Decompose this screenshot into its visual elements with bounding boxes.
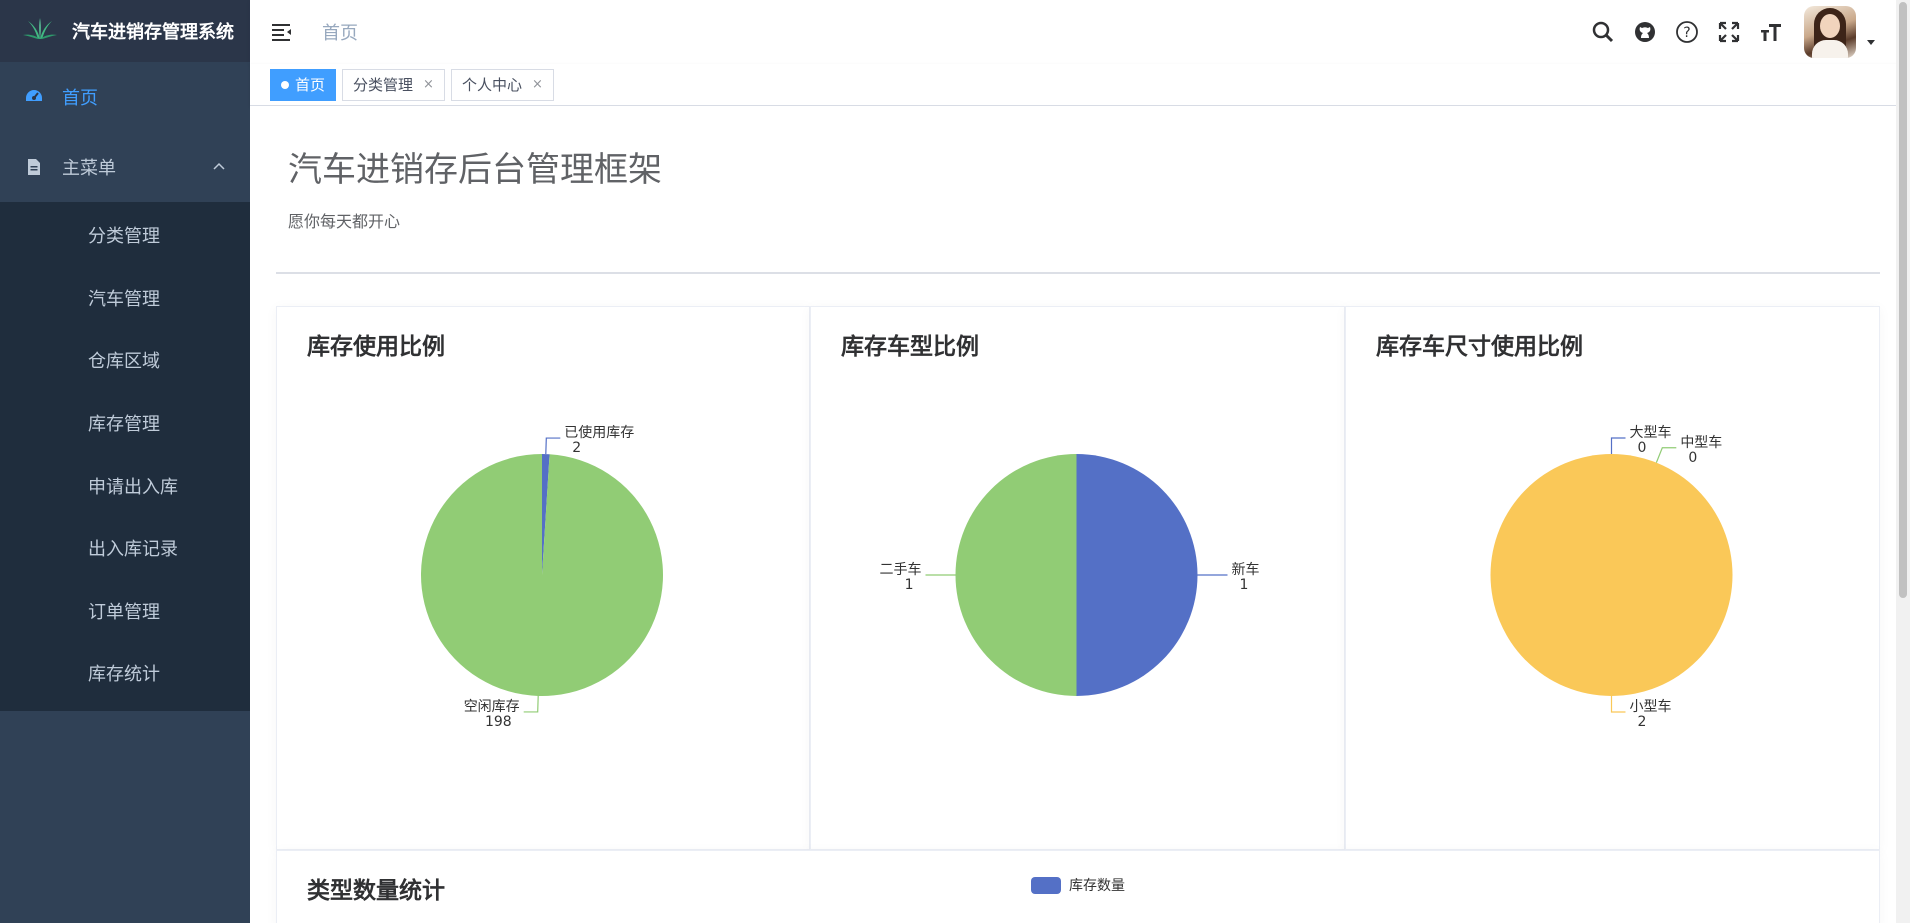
close-icon[interactable]: × bbox=[532, 77, 543, 92]
slice-label-value: 0 bbox=[1688, 450, 1697, 466]
sidebar-item-apply-inout[interactable]: 申请出入库 bbox=[0, 454, 250, 517]
label-leader-line bbox=[1610, 696, 1626, 713]
svg-text:?: ? bbox=[1683, 25, 1690, 41]
hamburger-icon[interactable] bbox=[270, 20, 294, 44]
sidebar-item-inventory[interactable]: 库存管理 bbox=[0, 392, 250, 455]
legend-label: 库存数量 bbox=[1069, 878, 1125, 894]
sidebar-item-inout-records[interactable]: 出入库记录 bbox=[0, 517, 250, 580]
chart-legend[interactable]: 库存数量 bbox=[1031, 875, 1125, 895]
github-icon[interactable] bbox=[1632, 19, 1658, 45]
slice-label-name: 新车 bbox=[1232, 561, 1260, 578]
logo[interactable]: 汽车进销存管理系统 bbox=[0, 0, 250, 62]
navbar: 首页 ? bbox=[250, 0, 1910, 64]
pie-slice[interactable] bbox=[1490, 454, 1733, 696]
sidebar-item-label: 出入库记录 bbox=[88, 539, 178, 561]
pie-chart: 新车1二手车1 bbox=[880, 454, 1260, 696]
chart-card-car-type: 新车 1 二手车 1 库存车型比例 bbox=[810, 306, 1345, 850]
slice-label-value: 1 bbox=[1240, 577, 1249, 593]
submenu: 分类管理汽车管理仓库区域库存管理申请出入库出入库记录订单管理库存统计 bbox=[0, 202, 250, 711]
chart-title: 库存车尺寸使用比例 bbox=[1376, 334, 1583, 360]
fullscreen-icon[interactable] bbox=[1716, 19, 1742, 45]
search-icon[interactable] bbox=[1590, 19, 1616, 45]
sidebar-item-inventory-stats[interactable]: 库存统计 bbox=[0, 642, 250, 705]
close-icon[interactable]: × bbox=[423, 77, 434, 92]
chart-title: 类型数量统计 bbox=[307, 878, 445, 904]
scrollbar-thumb[interactable] bbox=[1899, 2, 1907, 598]
slice-label-value: 2 bbox=[572, 440, 581, 456]
sidebar-item-label: 主菜单 bbox=[62, 158, 116, 179]
pie-chart: 大型车0 中型车0小型车2 bbox=[1490, 424, 1733, 730]
chevron-up-icon bbox=[212, 160, 226, 174]
sidebar-item-car[interactable]: 汽车管理 bbox=[0, 267, 250, 330]
active-dot-icon bbox=[281, 80, 289, 89]
app-root: 汽车进销存管理系统 首页 主菜单 分类管理 汽车管理 仓库区域 库存管理 申请出… bbox=[0, 0, 1910, 923]
sidebar-item-label: 库存管理 bbox=[88, 414, 160, 436]
slice-label-value: 198 bbox=[485, 714, 512, 730]
chart-card-type-count: 类型数量统计 库存数量 bbox=[276, 850, 1880, 923]
slice-label-name: 二手车 bbox=[880, 561, 922, 578]
tag-label: 分类管理 bbox=[353, 76, 414, 94]
tag-0[interactable]: 首页 bbox=[270, 68, 337, 101]
label-leader-line bbox=[523, 695, 539, 713]
tag-label: 个人中心 bbox=[461, 76, 522, 94]
sidebar-menu-main[interactable]: 主菜单 bbox=[0, 132, 250, 202]
tag-1[interactable]: 分类管理 × bbox=[342, 68, 445, 101]
sidebar-item-label: 汽车管理 bbox=[88, 288, 160, 310]
chart-title: 库存使用比例 bbox=[307, 334, 445, 360]
dashboard-icon bbox=[24, 87, 44, 107]
sidebar-item-label: 分类管理 bbox=[88, 226, 160, 248]
tag-label: 首页 bbox=[295, 76, 326, 94]
page-title: 汽车进销存后台管理框架 bbox=[288, 150, 662, 190]
slice-label-name: 大型车 bbox=[1630, 424, 1672, 441]
chart-title: 库存车型比例 bbox=[841, 334, 979, 360]
label-leader-line bbox=[1610, 437, 1626, 454]
sidebar-item-label: 仓库区域 bbox=[88, 351, 160, 373]
pie-slice[interactable] bbox=[420, 454, 663, 696]
legend-swatch bbox=[1031, 876, 1061, 894]
slice-label-name: 中型车 bbox=[1680, 434, 1722, 451]
slice-label-name: 已使用库存 bbox=[564, 424, 634, 441]
chart-card-inventory-usage: 已使用库存 2 空闲库存 198 库存使用比例 bbox=[276, 306, 810, 850]
avatar-body bbox=[1812, 40, 1848, 58]
slice-label-value: 2 bbox=[1638, 714, 1647, 730]
slice-label-value: 1 bbox=[905, 577, 914, 593]
caret-down-icon[interactable] bbox=[1866, 37, 1876, 47]
tag-2[interactable]: 个人中心 × bbox=[450, 68, 554, 101]
label-leader-line bbox=[545, 437, 561, 455]
label-leader-line bbox=[1655, 447, 1677, 463]
sidebar-item-category[interactable]: 分类管理 bbox=[0, 204, 250, 267]
sidebar-item-label: 订单管理 bbox=[88, 601, 160, 623]
app-title: 汽车进销存管理系统 bbox=[72, 22, 234, 43]
chart-card-car-size: 大型车 0 中型车 0 小型车 2 库存车尺寸使用比例 bbox=[1345, 306, 1880, 850]
sidebar-item-label: 首页 bbox=[62, 88, 98, 109]
navbar-right: ? bbox=[1574, 0, 1876, 64]
breadcrumb: 首页 bbox=[322, 23, 358, 44]
avatar[interactable] bbox=[1804, 6, 1856, 58]
pie-chart: 已使用库存2 空闲库存198 bbox=[420, 424, 663, 730]
sidebar-item-warehouse[interactable]: 仓库区域 bbox=[0, 329, 250, 392]
tags-view: 首页 分类管理 × 个人中心 × bbox=[250, 64, 1910, 106]
page-subtitle: 愿你每天都开心 bbox=[288, 212, 401, 231]
sidebar-item-label: 库存统计 bbox=[88, 664, 160, 686]
slice-label-name: 小型车 bbox=[1630, 698, 1672, 715]
sidebar-item-label: 申请出入库 bbox=[88, 476, 178, 498]
document-icon bbox=[24, 157, 44, 177]
slice-label-value: 0 bbox=[1638, 440, 1647, 456]
help-icon[interactable]: ? bbox=[1674, 19, 1700, 45]
scrollbar[interactable] bbox=[1896, 0, 1910, 923]
pie-slice[interactable] bbox=[1076, 454, 1198, 696]
font-size-icon[interactable] bbox=[1758, 19, 1784, 45]
main-content: 汽车进销存后台管理框架 愿你每天都开心 已使用库存 2 空闲库存 198 库存使用比例… bbox=[250, 106, 1910, 923]
avatar-face bbox=[1820, 14, 1840, 38]
pie-slice[interactable] bbox=[955, 454, 1077, 696]
slice-label-name: 空闲库存 bbox=[464, 699, 520, 715]
logo-icon bbox=[22, 17, 58, 45]
sidebar: 汽车进销存管理系统 首页 主菜单 分类管理 汽车管理 仓库区域 库存管理 申请出… bbox=[0, 0, 250, 923]
sidebar-item-orders[interactable]: 订单管理 bbox=[0, 580, 250, 643]
sidebar-item-home[interactable]: 首页 bbox=[0, 62, 250, 132]
divider bbox=[276, 272, 1880, 274]
